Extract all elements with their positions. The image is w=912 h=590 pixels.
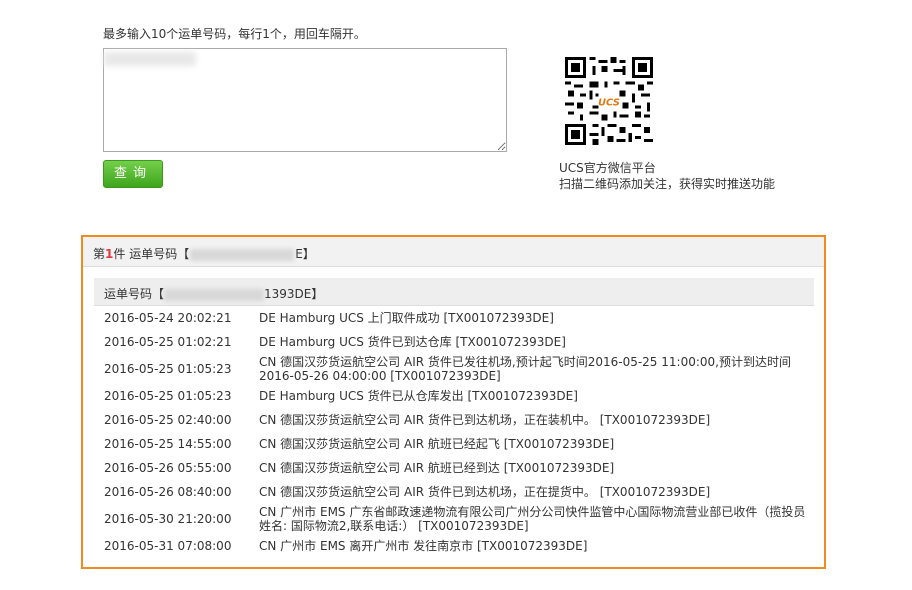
- event-time: 2016-05-26 08:40:00: [104, 485, 232, 499]
- event-desc: CN 德国汉莎货运航空公司 AIR 航班已经起飞 [TX001072393DE]: [259, 437, 615, 451]
- query-button[interactable]: 查询: [103, 160, 163, 188]
- event-desc: DE Hamburg UCS 货件已到达仓库 [TX001072393DE]: [259, 335, 566, 349]
- event-time: 2016-05-25 01:05:23: [104, 389, 232, 403]
- event-time: 2016-05-25 01:05:23: [104, 362, 232, 376]
- qr-caption-title: UCS官方微信平台: [559, 161, 656, 175]
- title-suffix: 件 运单号码【: [113, 247, 190, 261]
- qr-caption-subtitle: 扫描二维码添加关注，获得实时推送功能: [559, 177, 776, 191]
- sub-tail: 1393DE】: [264, 287, 324, 301]
- event-desc: CN 广州市 EMS 广东省邮政速递物流有限公司广州分公司快件监管中心国际物流营…: [259, 505, 806, 533]
- event-time: 2016-05-25 01:02:21: [104, 335, 232, 349]
- redacted-input-content: [104, 52, 196, 66]
- event-desc: DE Hamburg UCS 上门取件成功 [TX001072393DE]: [259, 311, 554, 325]
- tracking-result-panel: 第1件 运单号码【 E】 运单号码【 1393DE】 2016-05-24 20:0…: [81, 235, 826, 569]
- tracking-subheader: 运单号码【 1393DE】: [94, 278, 814, 306]
- event-desc: DE Hamburg UCS 货件已从仓库发出 [TX001072393DE]: [259, 389, 578, 403]
- event-time: 2016-05-25 02:40:00: [104, 413, 232, 427]
- event-desc: CN 广州市 EMS 离开广州市 发往南京市 [TX001072393DE]: [259, 539, 588, 553]
- event-desc: CN 德国汉莎货运航空公司 AIR 货件已到达机场，正在装机中。 [TX0010…: [259, 413, 711, 427]
- input-hint: 最多输入10个运单号码，每行1个，用回车隔开。: [103, 27, 366, 41]
- event-time: 2016-05-25 14:55:00: [104, 437, 232, 451]
- title-tail: E】: [295, 247, 315, 261]
- event-time: 2016-05-31 07:08:00: [104, 539, 232, 553]
- event-time: 2016-05-30 21:20:00: [104, 512, 232, 526]
- redacted-tracking-number: [190, 248, 295, 261]
- title-prefix: 第: [93, 247, 106, 261]
- sub-prefix: 运单号码【: [104, 287, 165, 301]
- event-time: 2016-05-24 20:02:21: [104, 311, 232, 325]
- qr-code-icon: UCS: [565, 57, 653, 145]
- event-desc: CN 德国汉莎货运航空公司 AIR 货件已发往机场,预计起飞时间2016-05-…: [259, 355, 791, 383]
- redacted-tracking-number: [164, 288, 265, 301]
- event-desc: CN 德国汉莎货运航空公司 AIR 航班已经到达 [TX001072393DE]: [259, 461, 615, 475]
- subheader-title: 运单号码【 1393DE】: [104, 285, 323, 302]
- event-desc: CN 德国汉莎货运航空公司 AIR 货件已到达机场，正在提货中。 [TX0010…: [259, 485, 711, 499]
- result-header: 第1件 运单号码【 E】: [83, 237, 824, 267]
- svg-text:UCS: UCS: [598, 98, 620, 109]
- event-time: 2016-05-26 05:55:00: [104, 461, 232, 475]
- result-title: 第1件 运单号码【 E】: [93, 245, 315, 262]
